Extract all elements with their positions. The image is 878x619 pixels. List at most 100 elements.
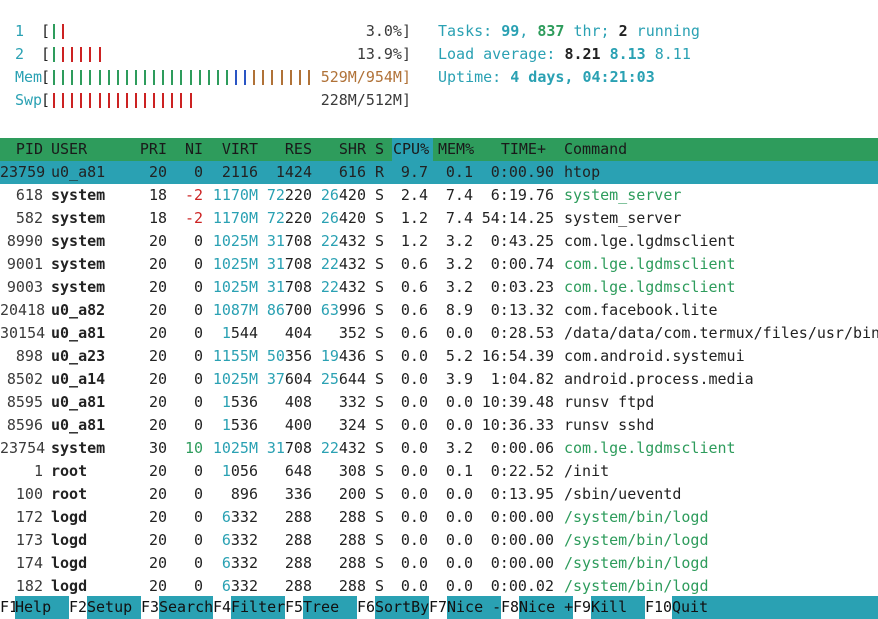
fkey-f10[interactable]: F10: [645, 596, 672, 619]
fkey-f5[interactable]: F5: [285, 596, 303, 619]
fkey-label-f2[interactable]: Setup: [87, 596, 141, 619]
col-pri[interactable]: PRI: [130, 138, 167, 161]
fkey-f3[interactable]: F3: [141, 596, 159, 619]
res: 31708: [262, 253, 312, 276]
mem-percent: 0.0: [445, 485, 473, 503]
user: u0_a82: [51, 301, 106, 319]
fkey-f6[interactable]: F6: [357, 596, 375, 619]
nice: 0: [193, 462, 203, 480]
virt: 6332: [210, 575, 258, 598]
meter-tick: [53, 93, 55, 108]
command: system_server: [564, 186, 682, 204]
process-row[interactable]: 173 logd 20 0 6332 288 288 S 0.0 0.0 0:00.00/syste…: [0, 529, 878, 552]
col-res[interactable]: RES: [262, 138, 312, 161]
col-time[interactable]: TIME+: [480, 138, 546, 161]
process-row[interactable]: 23759 u0_a81 20 0 2116 1424 616 R 9.7 0.1 0:00.90 h…: [0, 161, 878, 184]
col-command[interactable]: Command: [564, 138, 627, 161]
pid: 8990: [6, 232, 43, 250]
fkey-label-f1[interactable]: Help: [15, 596, 69, 619]
mem-percent: 0.0: [445, 508, 473, 526]
process-row[interactable]: 8502 u0_a14 20 0 1025M 37604 25644 S 0.0 3.9 1:04.…: [0, 368, 878, 391]
priority: 18: [148, 209, 167, 227]
time: 0:00.00: [490, 554, 554, 572]
fkey-f4[interactable]: F4: [213, 596, 231, 619]
meter-tick: [80, 93, 83, 108]
pid: 618: [15, 186, 43, 204]
process-row[interactable]: 8595 u0_a81 20 0 1536 408 332 S 0.0 0.0 10:39.48 ru…: [0, 391, 878, 414]
fkey-f7[interactable]: F7: [429, 596, 447, 619]
col-cpu[interactable]: CPU%: [393, 138, 429, 161]
res: 404: [262, 322, 312, 345]
fkey-label-f9[interactable]: Kill: [591, 596, 645, 619]
col-shr[interactable]: SHR: [318, 138, 366, 161]
fkey-label-f10[interactable]: Quit: [672, 596, 878, 619]
fkey-label-f8[interactable]: Nice +: [519, 596, 573, 619]
res-high: 648: [284, 462, 312, 480]
meter-tick: [116, 93, 119, 108]
fkey-label-f3[interactable]: Search: [159, 596, 213, 619]
fkey-label-f7[interactable]: Nice -: [447, 596, 501, 619]
virt: 1155M: [212, 347, 258, 365]
shr-low: 432: [338, 232, 366, 250]
res-low: 708: [284, 439, 312, 457]
res: 400: [262, 414, 312, 437]
meter-tick: [71, 70, 74, 85]
col-virt[interactable]: VIRT: [210, 138, 258, 161]
col-state[interactable]: S: [375, 138, 384, 161]
process-row[interactable]: 100 root 20 0 896 336 200 S 0.0 0.0 0:13.95/sbin/u…: [0, 483, 878, 506]
process-row[interactable]: 8596 u0_a81 20 0 1536 400 324 S 0.0 0.0 10:36.33 ru…: [0, 414, 878, 437]
shr-high: 26: [320, 209, 339, 227]
meter-tick: [71, 47, 74, 62]
mem-percent: 3.2: [445, 278, 473, 296]
process-row[interactable]: 172 logd 20 0 6332 288 288 S 0.0 0.0 0:00.00/syste…: [0, 506, 878, 529]
process-row[interactable]: 9003 system 20 0 1025M 31708 22432 S 0.6 3.2 0:03.…: [0, 276, 878, 299]
res-high: 288: [284, 554, 312, 572]
process-row[interactable]: 30154 u0_a81 20 0 1544 404 352 S 0.6 0.0 0:28.53/d…: [0, 322, 878, 345]
col-mem[interactable]: MEM%: [438, 138, 474, 161]
meter-tick: [144, 70, 146, 85]
col-pid[interactable]: PID: [0, 138, 43, 161]
process-row[interactable]: 1 root 20 0 1056 648 308 S 0.0 0.1 0:22.52/init: [0, 460, 878, 483]
res-high: 72: [266, 209, 285, 227]
fkey-f8[interactable]: F8: [501, 596, 519, 619]
priority: 20: [148, 324, 167, 342]
pid: 23759: [0, 163, 46, 181]
process-row[interactable]: 898 u0_a23 20 0 1155M 50356 19436 S 0.0 5.2 16:54.…: [0, 345, 878, 368]
process-row[interactable]: 23754 system 30 10 1025M 31708 22432 S 0.0 3.2 0:0…: [0, 437, 878, 460]
state: S: [375, 347, 385, 365]
process-row[interactable]: 618 system 18 -2 1170M 72220 26420 S 2.4 7.4 6:19.…: [0, 184, 878, 207]
shr-low: 436: [338, 347, 366, 365]
mem-percent: 0.0: [445, 554, 473, 572]
process-row[interactable]: 9001 system 20 0 1025M 31708 22432 S 0.6 3.2 0:00.…: [0, 253, 878, 276]
virt-high: 6: [221, 554, 231, 572]
process-row[interactable]: 182 logd 20 0 6332 288 288 S 0.0 0.0 0:00.02/syste…: [0, 575, 878, 598]
meter-tick: [107, 93, 110, 108]
meter-value: 529M/954M]: [320, 68, 411, 86]
process-row[interactable]: 20418 u0_a82 20 0 1087M 86700 63996 S 0.6 8.9 0:13…: [0, 299, 878, 322]
pid: 1: [33, 462, 43, 480]
col-user[interactable]: USER: [51, 138, 87, 161]
process-row[interactable]: 174 logd 20 0 6332 288 288 S 0.0 0.0 0:00.00/syste…: [0, 552, 878, 575]
shr: 63996: [318, 299, 366, 322]
res-high: 288: [284, 508, 312, 526]
col-ni[interactable]: NI: [175, 138, 203, 161]
fkey-label-f6[interactable]: SortBy: [375, 596, 429, 619]
fkey-label-f4[interactable]: Filter: [231, 596, 285, 619]
fkey-f9[interactable]: F9: [573, 596, 591, 619]
res: 72220: [262, 184, 312, 207]
virt-low: 544: [230, 324, 258, 342]
nice: 0: [193, 508, 203, 526]
process-row[interactable]: 582 system 18 -2 1170M 72220 26420 S 1.2 7.4 54:14…: [0, 207, 878, 230]
priority: 20: [148, 416, 167, 434]
virt-high: 1: [221, 393, 231, 411]
process-row[interactable]: 8990 system 20 0 1025M 31708 22432 S 1.2 3.2 0:43.…: [0, 230, 878, 253]
fkey-f2[interactable]: F2: [69, 596, 87, 619]
column-header[interactable]: PID USER PRI NI VIRT RES SHR S CPU% MEM%…: [0, 138, 878, 161]
pid: 898: [15, 347, 43, 365]
res-high: 288: [284, 531, 312, 549]
virt-low: 332: [230, 531, 258, 549]
state: S: [375, 186, 385, 204]
res-high: 31: [266, 232, 285, 250]
meter-mem: Mem[529M/954M]: [0, 66, 420, 89]
fkey-label-f5[interactable]: Tree: [303, 596, 357, 619]
